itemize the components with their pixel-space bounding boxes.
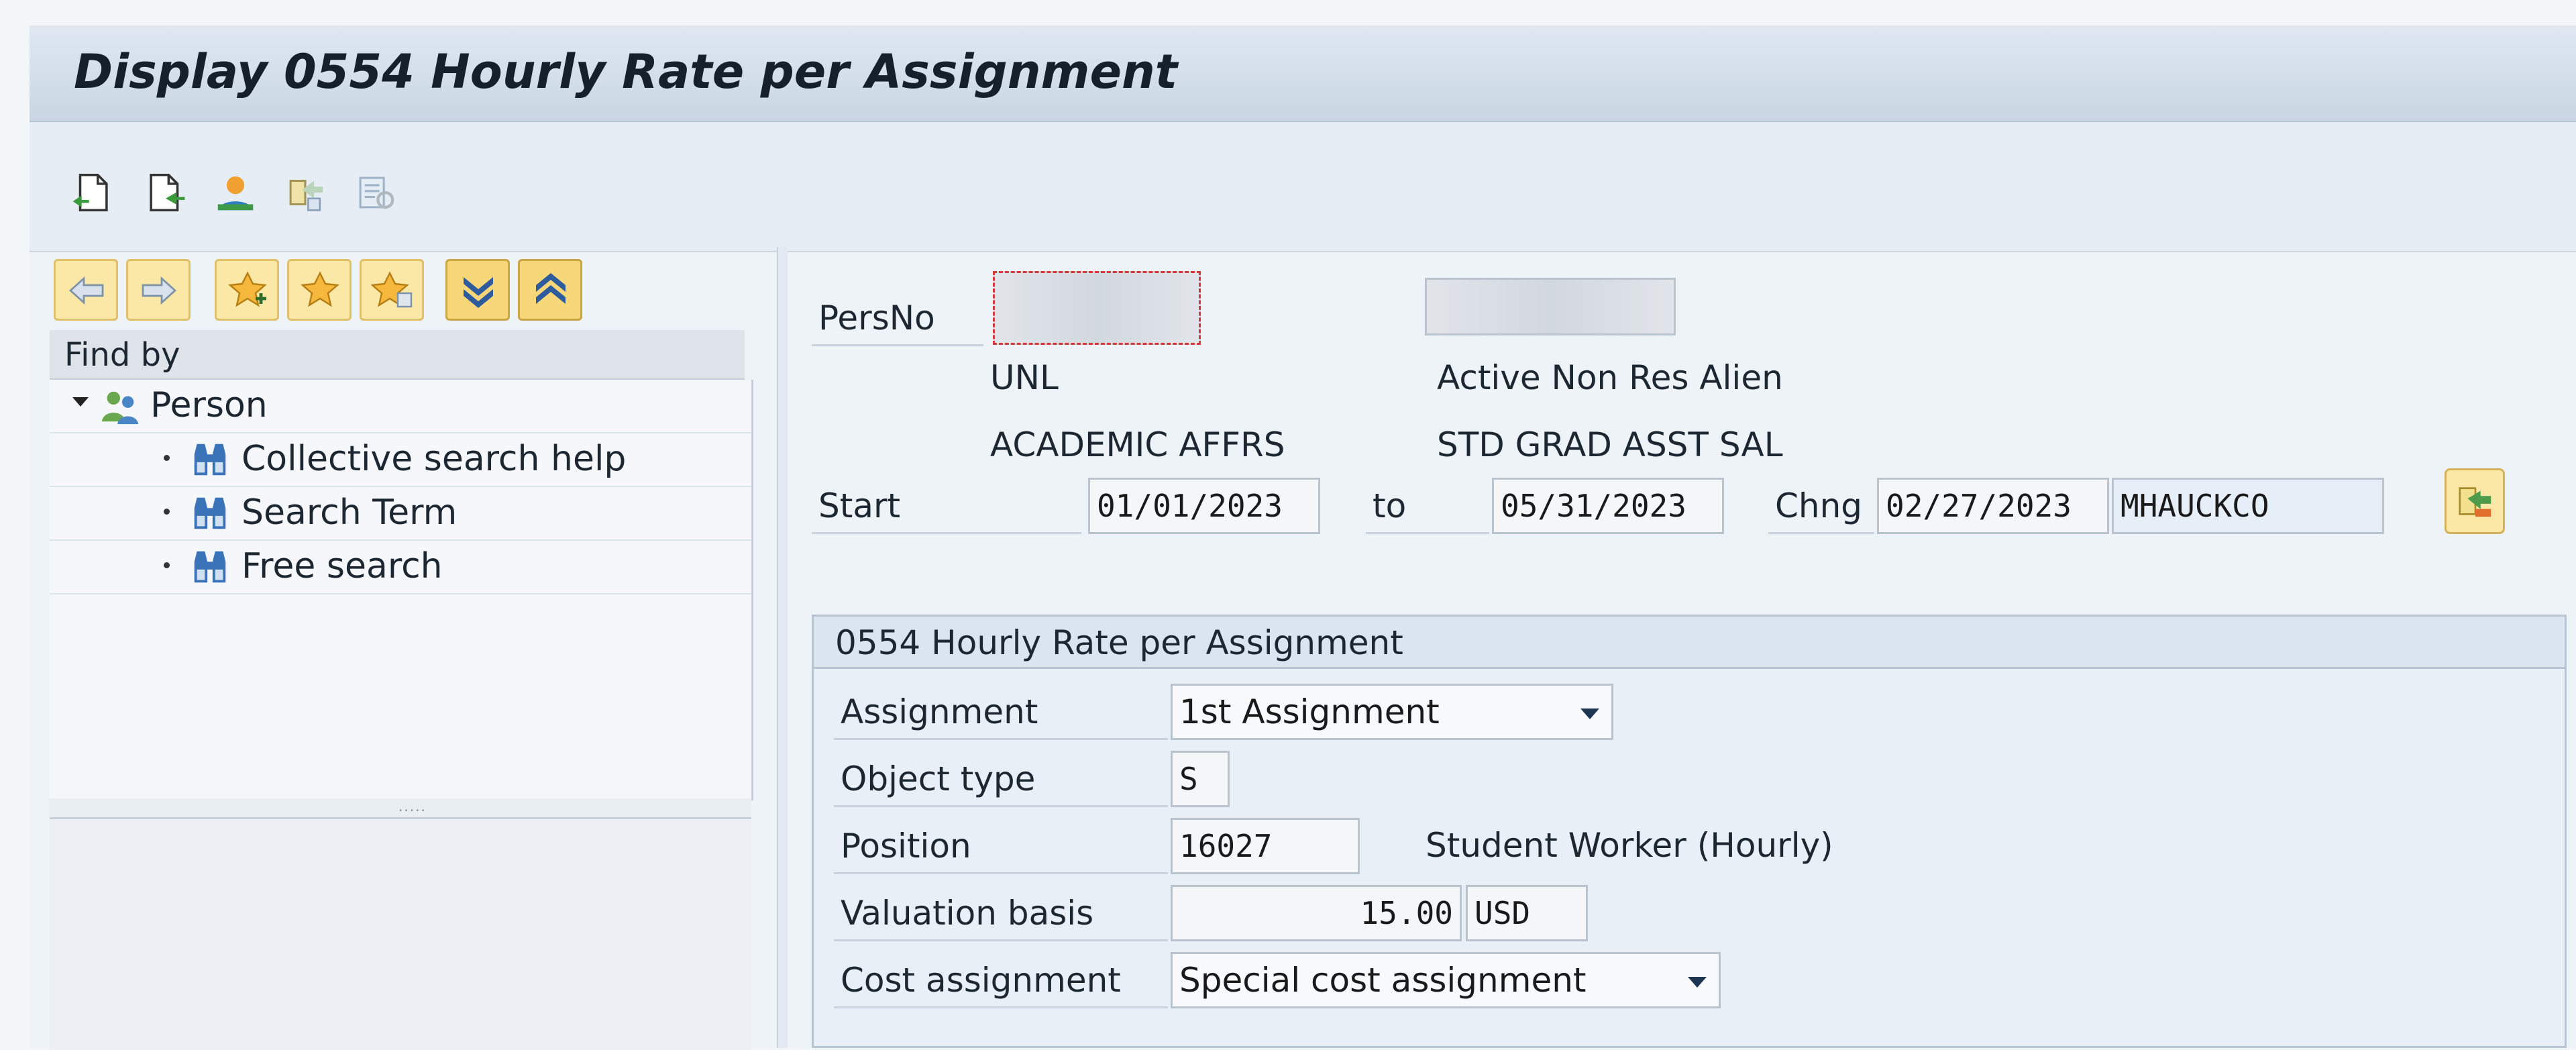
search-tree: Person Collective search help Search Ter… (50, 380, 753, 800)
tree-label-search-term: Search Term (241, 492, 458, 533)
add-favorite-icon (228, 271, 267, 307)
cost-assignment-dropdown[interactable]: Special cost assignment (1171, 952, 1721, 1008)
cost-assignment-label: Cost assignment (834, 952, 1168, 1008)
group-box-title: 0554 Hourly Rate per Assignment (814, 617, 2565, 669)
favorite-button[interactable] (287, 259, 352, 321)
bullet-icon (164, 562, 170, 568)
page-title: Display 0554 Hourly Rate per Assignment (74, 44, 1178, 99)
tree-node-search-term[interactable]: Search Term (50, 487, 751, 541)
binoculars-icon (194, 551, 226, 583)
back-button[interactable] (54, 259, 118, 321)
expand-down-icon (464, 277, 493, 308)
changed-by-field: MHAUCKCO (2112, 478, 2384, 534)
person-overview-icon[interactable] (212, 169, 259, 216)
persno-label: PersNo (812, 290, 983, 346)
expand-triangle-icon[interactable] (72, 397, 89, 407)
object-type-field[interactable]: S (1171, 751, 1230, 807)
valuation-basis-label: Valuation basis (834, 885, 1168, 941)
changed-date-field: 02/27/2023 (1877, 478, 2109, 534)
infotype-group-box: 0554 Hourly Rate per Assignment Assignme… (812, 615, 2567, 1048)
edit-favorite-icon (371, 271, 413, 308)
pane-splitter[interactable]: ····· (50, 798, 751, 819)
bullet-icon (164, 455, 170, 461)
assignment-label: Assignment (834, 684, 1168, 740)
application-toolbar (30, 122, 2576, 252)
end-date-field[interactable]: 05/31/2023 (1492, 478, 1724, 534)
binoculars-icon (194, 497, 226, 529)
tree-node-free-search[interactable]: Free search (50, 541, 751, 594)
edit-favorite-button[interactable] (360, 259, 424, 321)
start-label: Start (812, 478, 1081, 534)
employee-status-text: Active Non Res Alien (1437, 358, 1783, 397)
results-panel (50, 817, 751, 1050)
title-bar: Display 0554 Hourly Rate per Assignment (30, 27, 2576, 122)
forward-button[interactable] (126, 259, 191, 321)
assignment-value: 1st Assignment (1179, 692, 1440, 731)
expand-button[interactable] (445, 259, 510, 321)
transfer-button[interactable] (2445, 468, 2505, 534)
object-type-label: Object type (834, 751, 1168, 807)
sap-window: Display 0554 Hourly Rate per Assignment (30, 25, 2576, 1050)
vertical-splitter[interactable] (777, 247, 788, 1048)
collapse-up-icon (536, 273, 566, 304)
tree-label-free-search: Free search (241, 546, 443, 586)
arrow-right-icon (142, 276, 177, 305)
tree-node-person[interactable]: Person (50, 380, 751, 433)
valuation-basis-field[interactable]: 15.00 (1171, 885, 1462, 941)
to-label: to (1366, 478, 1489, 534)
favorite-icon (301, 271, 339, 307)
overview-icon[interactable] (352, 169, 398, 216)
position-description: Student Worker (Hourly) (1426, 826, 1833, 865)
position-label: Position (834, 818, 1168, 874)
tree-node-collective-search[interactable]: Collective search help (50, 433, 751, 487)
binoculars-icon (194, 443, 226, 476)
transfer-icon (2459, 487, 2491, 517)
bullet-icon (164, 509, 170, 515)
start-date-field[interactable]: 01/01/2023 (1088, 478, 1320, 534)
chevron-down-icon[interactable] (1580, 708, 1599, 719)
chevron-down-icon[interactable] (1688, 977, 1707, 988)
cost-assignment-value: Special cost assignment (1179, 961, 1587, 1000)
company-text: UNL (990, 358, 1059, 397)
object-manager-pane: Find by Person Collective search help Se… (50, 247, 781, 1050)
transfer-icon[interactable] (282, 169, 329, 216)
tree-label-collective-search: Collective search help (241, 439, 627, 479)
currency-field[interactable]: USD (1466, 885, 1588, 941)
add-favorite-button[interactable] (215, 259, 279, 321)
position-field[interactable]: 16027 (1171, 818, 1360, 874)
assignment-dropdown[interactable]: 1st Assignment (1171, 684, 1613, 740)
employee-name-field (1425, 278, 1676, 335)
find-by-header: Find by (50, 330, 745, 380)
infotype-detail-pane: PersNo UNL Active Non Res Alien ACADEMIC… (788, 247, 2576, 1048)
collapse-button[interactable] (518, 259, 582, 321)
new-document-icon[interactable] (68, 169, 115, 216)
persno-field[interactable] (993, 271, 1201, 345)
employee-subgroup-text: STD GRAD ASST SAL (1437, 425, 1783, 464)
person-group-icon (101, 391, 139, 425)
org-unit-text: ACADEMIC AFFRS (990, 425, 1285, 464)
copy-document-icon[interactable] (142, 169, 189, 216)
navigation-toolbar (50, 247, 781, 330)
chng-label: Chng (1768, 478, 1874, 534)
tree-label-person: Person (150, 385, 268, 425)
arrow-left-icon (68, 276, 104, 305)
